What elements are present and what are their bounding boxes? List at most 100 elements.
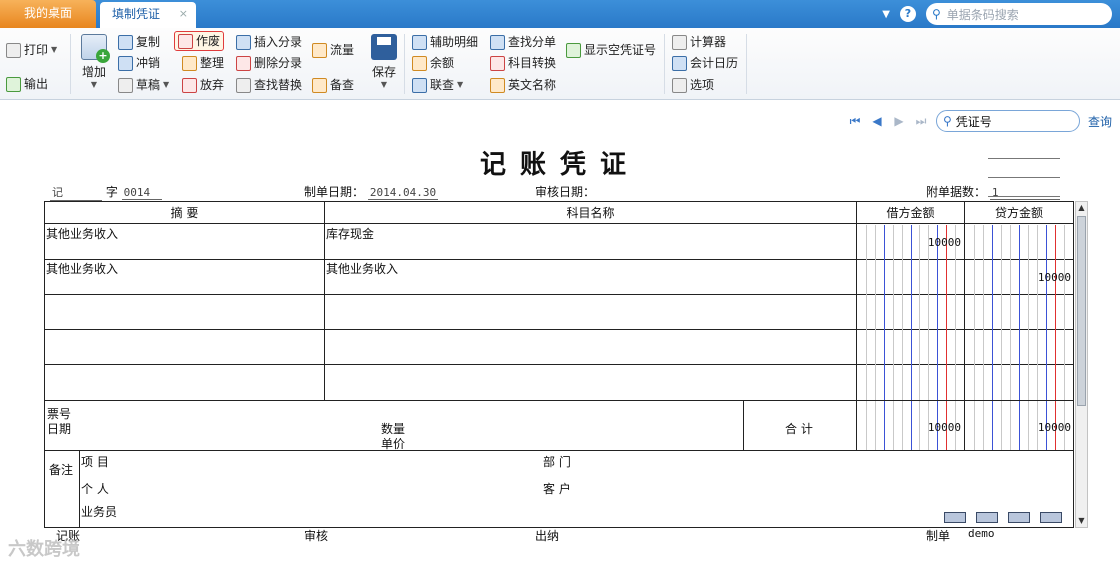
toolbar-divider [664,34,665,94]
print-button[interactable]: 打印 ▼ [6,40,57,60]
tab-fill-voucher[interactable]: 填制凭证 × [100,2,196,28]
department-label: 部 门 [543,455,571,469]
row-2-summary[interactable]: 其他业务收入 [46,260,118,277]
delete-entry-label: 删除分录 [254,56,303,70]
find-replace-label: 查找替换 [254,78,303,92]
scroll-down-icon[interactable]: ▼ [1077,516,1086,526]
chevron-down-icon[interactable]: ▼ [457,75,463,95]
voucher-no-search-input[interactable]: ⚲ 凭证号 [935,110,1080,132]
vertical-scrollbar[interactable]: ▲ ▼ [1075,201,1088,528]
account-convert-button[interactable]: 科目转换 [490,53,556,73]
voucher-no-value[interactable]: 0014 [121,186,162,200]
add-button[interactable]: + 增加 ▼ [78,34,110,89]
find-entry-button[interactable]: 查找分单 [490,32,556,52]
mini-button-icon[interactable] [944,512,966,523]
total-debit: 10000 [927,421,961,434]
credit-money-grid [965,225,1073,400]
tab-my-desktop[interactable]: 我的桌面 [0,0,96,28]
calculator-button[interactable]: 计算器 [672,32,726,52]
customer-label: 客 户 [543,482,571,496]
show-empty-voucher-no-button[interactable]: 显示空凭证号 [566,40,656,60]
aux-detail-button[interactable]: 辅助明细 [412,32,478,52]
tidy-button[interactable]: 整理 [182,53,224,73]
row-divider [45,450,1073,451]
next-record-icon[interactable]: ▶ [892,114,906,128]
printer-icon [6,42,21,58]
last-record-icon[interactable]: ⏭ [914,114,928,128]
output-button[interactable]: 输出 [6,74,48,94]
insert-entry-label: 插入分录 [254,35,303,49]
scroll-thumb[interactable] [1077,216,1086,406]
digit-column-line [992,401,993,450]
auditor-label: 审核 [304,529,329,543]
tab-fill-voucher-label: 填制凭证 [112,7,161,21]
void-icon [178,33,193,49]
options-label: 选项 [690,78,715,92]
copy-button[interactable]: 复制 [118,32,160,52]
digit-column-line [983,225,984,400]
search-icon: ⚲ [942,114,952,128]
help-icon[interactable]: ? [900,6,916,22]
flow-button[interactable]: 流量 [312,40,354,60]
mini-button-icon[interactable] [976,512,998,523]
english-name-button[interactable]: 英文名称 [490,75,556,95]
linked-query-icon [412,77,427,93]
row-2-account[interactable]: 其他业务收入 [326,260,398,277]
chevron-down-icon[interactable]: ▼ [51,40,57,60]
digit-column-line [1010,401,1011,450]
total-label: 合 计 [785,422,813,436]
tidy-label: 整理 [200,56,225,70]
toolbar-divider [70,34,71,94]
delete-entry-button[interactable]: 删除分录 [236,53,302,73]
project-label: 项 目 [81,455,109,469]
mini-chevron-down-icon[interactable] [1040,512,1062,523]
balance-button[interactable]: 余额 [412,53,454,73]
reverse-icon [118,55,133,71]
accounting-calendar-button[interactable]: 会计日历 [672,53,738,73]
tidy-icon [182,55,197,71]
reverse-button[interactable]: 冲销 [118,53,160,73]
options-button[interactable]: 选项 [672,75,714,95]
scroll-up-icon[interactable]: ▲ [1077,203,1086,213]
void-button[interactable]: 作废 [174,31,225,51]
digit-column-line [1028,401,1029,450]
chevron-down-icon[interactable]: ▼ [78,80,110,89]
linked-query-button[interactable]: 联查 ▼ [412,75,463,95]
digit-column-line [919,401,920,450]
barcode-search-input[interactable]: ⚲ 单据条码搜索 [926,3,1112,25]
attachments-value[interactable]: 1 [989,186,1060,200]
abandon-button[interactable]: 放弃 [182,75,224,95]
voucher-title: 记账凭证 [479,150,640,180]
voucher-type-value[interactable]: 记 [50,184,102,201]
find-entry-label: 查找分单 [508,35,557,49]
digit-column-line [1064,225,1065,400]
chevron-down-icon[interactable]: ▼ [368,80,400,89]
close-icon[interactable]: × [179,2,188,26]
digit-column-line [902,401,903,450]
digit-column-line [875,225,876,400]
voucher-type-field[interactable]: 记 字 0014 [50,183,162,201]
insert-entry-button[interactable]: 插入分录 [236,32,302,52]
first-record-icon[interactable]: ⏮ [848,114,862,128]
find-replace-button[interactable]: 查找替换 [236,75,302,95]
digit-column-line [974,401,975,450]
prev-record-icon[interactable]: ◀ [870,114,884,128]
row-2-credit[interactable]: 10000 [1038,271,1071,284]
query-button[interactable]: 查询 [1088,113,1112,130]
insert-row-icon [236,34,251,50]
backup-query-button[interactable]: 备查 [312,75,354,95]
draft-button[interactable]: 草稿 ▼ [118,75,169,95]
english-name-label: 英文名称 [508,78,557,92]
digit-column-line [1019,225,1020,400]
calendar-icon [672,55,687,71]
add-label: 增加 [81,65,106,79]
chevron-down-icon[interactable]: ▼ [163,75,169,95]
copy-icon [118,34,133,50]
save-button[interactable]: 保存 ▼ [368,34,400,89]
mini-button-icon[interactable] [1008,512,1030,523]
row-1-account[interactable]: 库存现金 [326,225,374,242]
row-1-debit[interactable]: 10000 [928,236,961,249]
row-1-summary[interactable]: 其他业务收入 [46,225,118,242]
chevron-down-icon[interactable]: ▼ [882,9,890,20]
make-date-value[interactable]: 2014.04.30 [367,186,439,200]
